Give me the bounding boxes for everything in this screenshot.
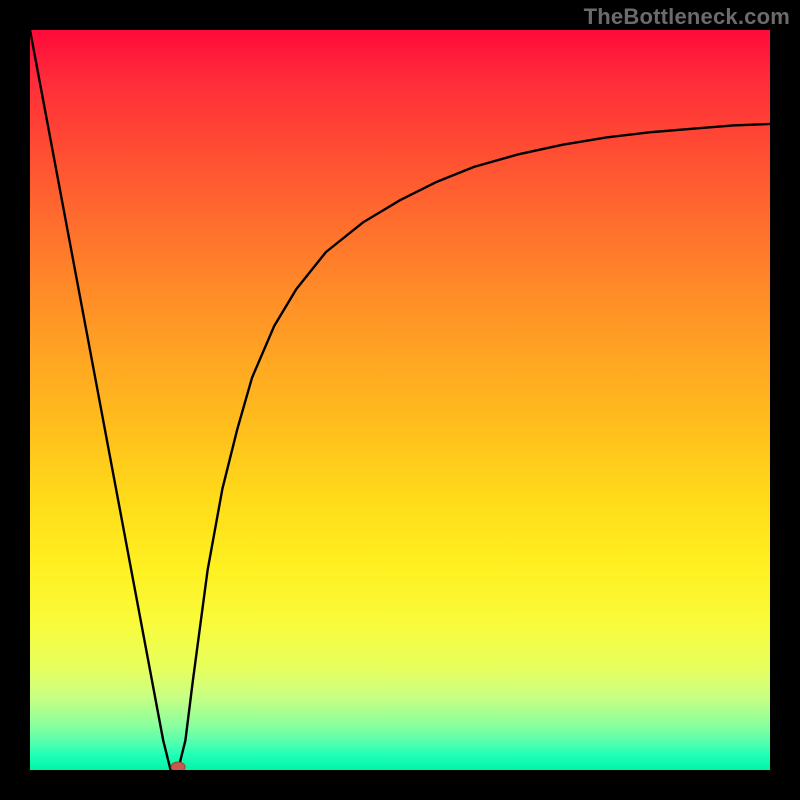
bottleneck-curve — [30, 30, 770, 770]
watermark-text: TheBottleneck.com — [584, 4, 790, 30]
optimum-marker — [171, 762, 185, 770]
plot-area — [30, 30, 770, 770]
curve-svg — [30, 30, 770, 770]
chart-frame: TheBottleneck.com — [0, 0, 800, 800]
